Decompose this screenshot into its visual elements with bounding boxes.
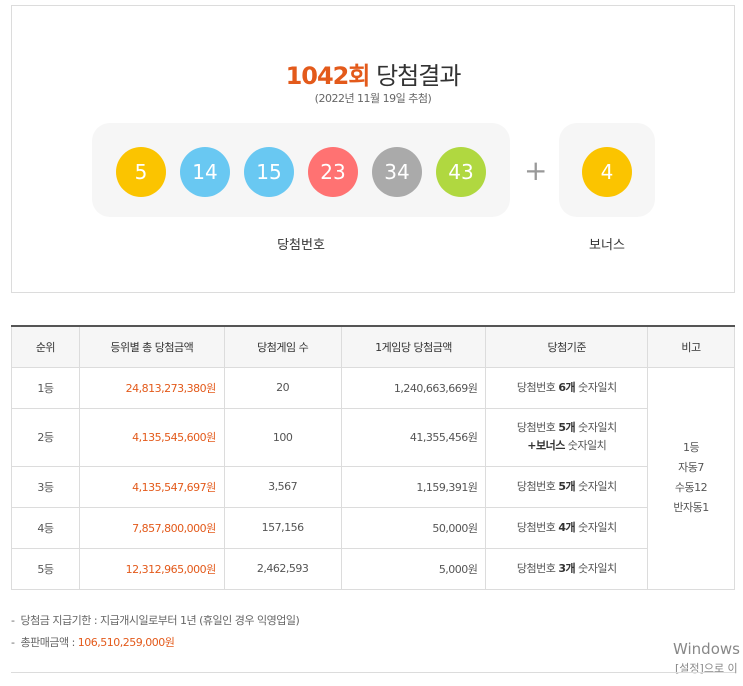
table-row: 1등 24,813,273,380원 20 1,240,663,669원 당첨번… <box>11 366 735 590</box>
windows-activation-watermark: Windows <box>673 640 740 658</box>
criteria-cell: 당첨번호 3개 숫자일치 <box>485 547 649 590</box>
header-prize-per-game: 1게임당 당첨금액 <box>340 325 487 368</box>
draw-result-panel: 1042회 당첨결과 (2022년 11월 19일 추첨) 5 14 15 23… <box>11 5 735 293</box>
table-row: 4등 7,857,800,000원 157,156 50,000원 당첨번호 4… <box>11 506 735 549</box>
criteria-count: 6개 <box>558 380 576 394</box>
bullet: - <box>11 636 15 649</box>
note-line: 수동12 <box>674 481 708 494</box>
header-total-prize: 등위별 총 당첨금액 <box>78 325 225 368</box>
winner-count-cell: 20 <box>223 366 342 409</box>
winner-count-cell: 100 <box>223 407 342 467</box>
total-prize-cell: 24,813,273,380원 <box>78 366 225 409</box>
criteria-count: 4개 <box>558 520 576 534</box>
total-sales-label: 총판매금액 : <box>20 636 78 649</box>
total-prize-cell: 7,857,800,000원 <box>78 506 225 549</box>
winner-count-cell: 3,567 <box>223 465 342 508</box>
winning-ball: 15 <box>244 147 294 197</box>
table-header-row: 순위 등위별 총 당첨금액 당첨게임 수 1게임당 당첨금액 당첨기준 비고 <box>11 325 735 368</box>
payout-deadline-note: - 당첨금 지급기한 : 지급개시일로부터 1년 (휴일인 경우 익영업일) <box>11 612 300 634</box>
winning-numbers-caption: 당첨번호 <box>277 238 325 253</box>
criteria-cell: 당첨번호 5개 숫자일치 +보너스 숫자일치 <box>485 407 649 467</box>
criteria-text: 당첨번호 <box>516 380 559 394</box>
winner-count-cell: 2,462,593 <box>223 547 342 590</box>
criteria-cell: 당첨번호 6개 숫자일치 <box>485 366 649 409</box>
table-row: 3등 4,135,547,697원 3,567 1,159,391원 당첨번호 … <box>11 465 735 508</box>
windows-activation-subtext: [설정]으로 이 <box>675 662 738 675</box>
rank-cell: 2등 <box>11 407 80 467</box>
note-cell: 1등 자동7 수동12 반자동1 <box>647 366 735 590</box>
table-row: 2등 4,135,545,600원 100 41,355,456원 당첨번호 5… <box>11 407 735 467</box>
criteria-text: 숫자일치 <box>575 561 617 575</box>
criteria-text: 당첨번호 <box>516 561 559 575</box>
criteria-bonus: +보너스 <box>527 439 565 452</box>
round-number: 1042회 <box>285 62 371 90</box>
total-sales-note: - 총판매금액 : 106,510,259,000원 <box>11 634 299 656</box>
total-prize-cell: 12,312,965,000원 <box>78 547 225 590</box>
criteria-text: 숫자일치 <box>575 479 617 493</box>
winning-ball: 43 <box>436 147 486 197</box>
rank-cell: 5등 <box>11 547 80 590</box>
bonus-ball: 4 <box>582 147 632 197</box>
prize-per-game-cell: 41,355,456원 <box>340 407 487 467</box>
winning-ball: 14 <box>180 147 230 197</box>
total-prize-cell: 4,135,547,697원 <box>78 465 225 508</box>
criteria-cell: 당첨번호 4개 숫자일치 <box>485 506 649 549</box>
header-rank: 순위 <box>11 325 80 368</box>
header-criteria: 당첨기준 <box>485 325 649 368</box>
prize-per-game-cell: 5,000원 <box>340 547 487 590</box>
note-line: 자동7 <box>678 461 704 474</box>
winning-ball: 34 <box>372 147 422 197</box>
prize-table: 순위 등위별 총 당첨금액 당첨게임 수 1게임당 당첨금액 당첨기준 비고 1… <box>11 325 735 590</box>
winning-ball: 23 <box>308 147 358 197</box>
winner-count-cell: 157,156 <box>223 506 342 549</box>
bonus-caption: 보너스 <box>589 238 625 253</box>
prize-per-game-cell: 1,240,663,669원 <box>340 366 487 409</box>
rank-cell: 3등 <box>11 465 80 508</box>
criteria-text: 숫자일치 <box>564 439 607 452</box>
prize-per-game-cell: 1,159,391원 <box>340 465 487 508</box>
note-line: 반자동1 <box>673 501 709 514</box>
bullet: - <box>11 614 15 627</box>
page-title: 1042회 당첨결과 <box>12 56 734 91</box>
total-prize-cell: 4,135,545,600원 <box>78 407 225 467</box>
rank-cell: 4등 <box>11 506 80 549</box>
criteria-count: 5개 <box>558 421 576 434</box>
table-row: 5등 12,312,965,000원 2,462,593 5,000원 당첨번호… <box>11 547 735 590</box>
plus-icon: + <box>524 154 548 187</box>
header-winner-count: 당첨게임 수 <box>223 325 342 368</box>
total-sales-value: 106,510,259,000원 <box>77 636 175 649</box>
criteria-count: 5개 <box>558 479 576 493</box>
footnotes: - 당첨금 지급기한 : 지급개시일로부터 1년 (휴일인 경우 익영업일) -… <box>11 612 300 656</box>
winning-ball: 5 <box>116 147 166 197</box>
bottom-divider <box>11 672 735 673</box>
criteria-text: 숫자일치 <box>575 520 617 534</box>
criteria-text: 당첨번호 <box>516 479 559 493</box>
note-line: 1등 <box>682 441 700 454</box>
criteria-cell: 당첨번호 5개 숫자일치 <box>485 465 649 508</box>
criteria-text: 당첨번호 <box>516 520 559 534</box>
draw-date: (2022년 11월 19일 추첨) <box>314 92 432 105</box>
title-suffix: 당첨결과 <box>376 62 461 90</box>
prize-per-game-cell: 50,000원 <box>340 506 487 549</box>
rank-cell: 1등 <box>11 366 80 409</box>
criteria-count: 3개 <box>558 561 576 575</box>
header-note: 비고 <box>647 325 735 368</box>
criteria-text: 당첨번호 <box>516 421 559 434</box>
criteria-text: 숫자일치 <box>575 421 617 434</box>
payout-deadline-text: 당첨금 지급기한 : 지급개시일로부터 1년 (휴일인 경우 익영업일) <box>20 614 300 627</box>
criteria-text: 숫자일치 <box>575 380 617 394</box>
